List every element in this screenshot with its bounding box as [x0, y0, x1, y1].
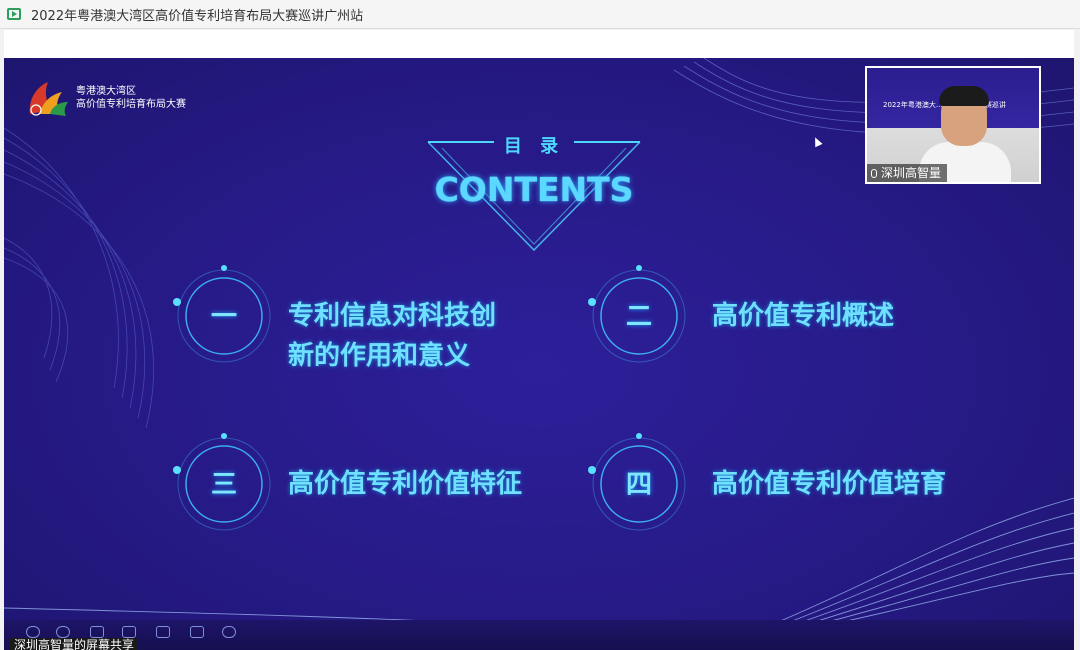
- contents-title: CONTENTS: [434, 170, 634, 209]
- more-icon[interactable]: [222, 626, 236, 638]
- item-label-3: 高价值专利价值特征: [288, 469, 523, 499]
- camera-icon[interactable]: [156, 626, 170, 638]
- back-icon[interactable]: [26, 626, 40, 638]
- item-label-4: 高价值专利价值培育: [712, 469, 947, 499]
- item-number-4: 四: [625, 470, 652, 500]
- people-icon[interactable]: [122, 626, 136, 638]
- speaker-hair: [939, 86, 989, 106]
- logo-line2: 高价值专利培育布局大赛: [76, 99, 186, 110]
- item-label-1a: 专利信息对科技创: [288, 301, 497, 331]
- item-label-1b: 新的作用和意义: [288, 341, 471, 371]
- microphone-icon: [871, 168, 877, 178]
- speaker-name-tag: 深圳高智量: [867, 164, 948, 182]
- speaker-video-tile[interactable]: 2022年粤港澳大…利培育布局大赛巡讲 深圳高智量: [865, 66, 1041, 184]
- chat-icon[interactable]: [190, 626, 204, 638]
- forward-icon[interactable]: [56, 626, 70, 638]
- play-icon: [7, 8, 21, 20]
- logo-line1: 粤港澳大湾区: [76, 86, 136, 97]
- meeting-toolbar: [4, 620, 1074, 650]
- window-titlebar: 2022年粤港澳大湾区高价值专利培育布局大赛巡讲广州站: [0, 0, 1080, 29]
- item-label-2: 高价值专利概述: [712, 301, 895, 331]
- item-number-2: 二: [625, 302, 652, 332]
- pen-icon[interactable]: [90, 626, 104, 638]
- toc-heading: 目 录: [503, 136, 565, 157]
- screen-share-label: 深圳高智量的屏幕共享: [10, 638, 139, 650]
- window-title: 2022年粤港澳大湾区高价值专利培育布局大赛巡讲广州站: [31, 8, 364, 24]
- item-number-3: 三: [210, 470, 237, 500]
- logo-mark-icon: [29, 82, 68, 116]
- item-number-1: 一: [210, 302, 237, 332]
- speaker-name: 深圳高智量: [881, 166, 942, 180]
- contest-logo: 粤港澳大湾区 高价值专利培育布局大赛: [22, 76, 186, 120]
